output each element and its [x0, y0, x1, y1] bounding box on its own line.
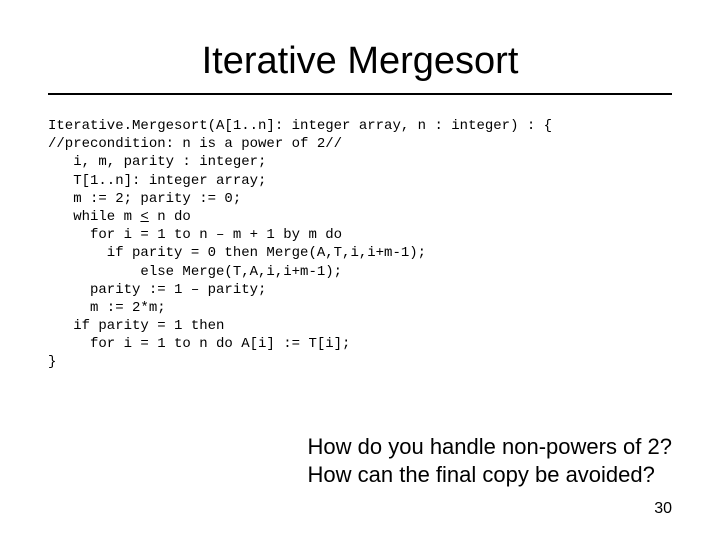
code-line: m := 2*m; — [48, 300, 166, 316]
code-line: while m — [48, 209, 140, 225]
code-line: n do — [149, 209, 191, 225]
slide-title: Iterative Mergesort — [48, 40, 672, 83]
code-underline: < — [140, 209, 148, 225]
question-block: How do you handle non-powers of 2? How c… — [308, 433, 672, 488]
code-line: for i = 1 to n do A[i] := T[i]; — [48, 336, 350, 352]
code-line: for i = 1 to n – m + 1 by m do — [48, 227, 342, 243]
code-line: } — [48, 354, 56, 370]
code-line: else Merge(T,A,i,i+m-1); — [48, 264, 342, 280]
code-line: i, m, parity : integer; — [48, 154, 266, 170]
code-block: Iterative.Mergesort(A[1..n]: integer arr… — [48, 117, 672, 372]
code-line: parity := 1 – parity; — [48, 282, 266, 298]
code-line: m := 2; parity := 0; — [48, 191, 241, 207]
code-line: T[1..n]: integer array; — [48, 173, 266, 189]
code-line: Iterative.Mergesort(A[1..n]: integer arr… — [48, 118, 552, 134]
question-line: How can the final copy be avoided? — [308, 461, 672, 489]
page-number: 30 — [654, 500, 672, 518]
code-line: if parity = 1 then — [48, 318, 224, 334]
code-line: if parity = 0 then Merge(A,T,i,i+m-1); — [48, 245, 426, 261]
slide: Iterative Mergesort Iterative.Mergesort(… — [0, 0, 720, 540]
title-rule — [48, 93, 672, 95]
code-line: //precondition: n is a power of 2// — [48, 136, 342, 152]
question-line: How do you handle non-powers of 2? — [308, 433, 672, 461]
